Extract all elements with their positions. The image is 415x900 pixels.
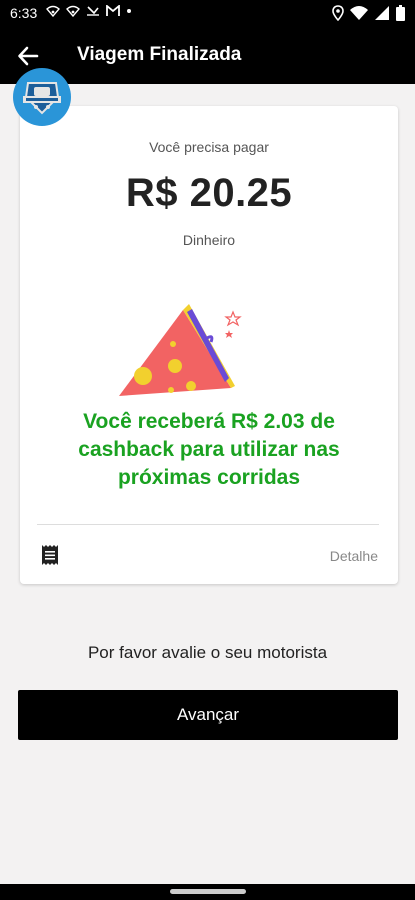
pay-amount: R$ 20.25: [125, 171, 293, 215]
home-indicator[interactable]: [170, 889, 246, 894]
receipt-icon[interactable]: [40, 544, 60, 566]
dot-icon: [127, 9, 131, 13]
payment-method: Dinheiro: [182, 232, 236, 248]
signal-icon: [375, 6, 389, 20]
app-logo: [13, 68, 71, 126]
navigation-bar: [0, 884, 415, 900]
status-time: 6:33: [10, 5, 38, 21]
status-system-icons: [332, 5, 405, 21]
wifi-alt-icon: [66, 5, 80, 17]
detail-link[interactable]: Detalhe: [330, 548, 378, 564]
battery-icon: [396, 5, 405, 21]
wifi-icon: [350, 6, 368, 20]
arrow-back-icon: [18, 46, 39, 66]
wifi-alt-icon: [46, 5, 60, 17]
status-bar: 6:33: [0, 0, 415, 28]
pay-label: Você precisa pagar: [149, 139, 269, 155]
missed-call-icon: [87, 6, 99, 16]
location-icon: [332, 5, 344, 21]
rate-driver-prompt: Por favor avalie o seu motorista: [87, 643, 328, 662]
gmail-icon: [106, 5, 120, 16]
advance-button[interactable]: Avançar: [18, 690, 398, 740]
party-popper-illustration: [119, 304, 242, 396]
payment-summary-card: Você precisa pagar R$ 20.25 Dinheiro Voc…: [20, 106, 398, 584]
page-title: Viagem Finalizada: [77, 44, 242, 65]
cashback-message: Você receberá R$ 2.03 de cashback para u…: [78, 410, 340, 489]
card-divider: [37, 524, 379, 525]
status-notification-icons: [46, 5, 132, 17]
logo-emblem-icon: [23, 82, 61, 115]
